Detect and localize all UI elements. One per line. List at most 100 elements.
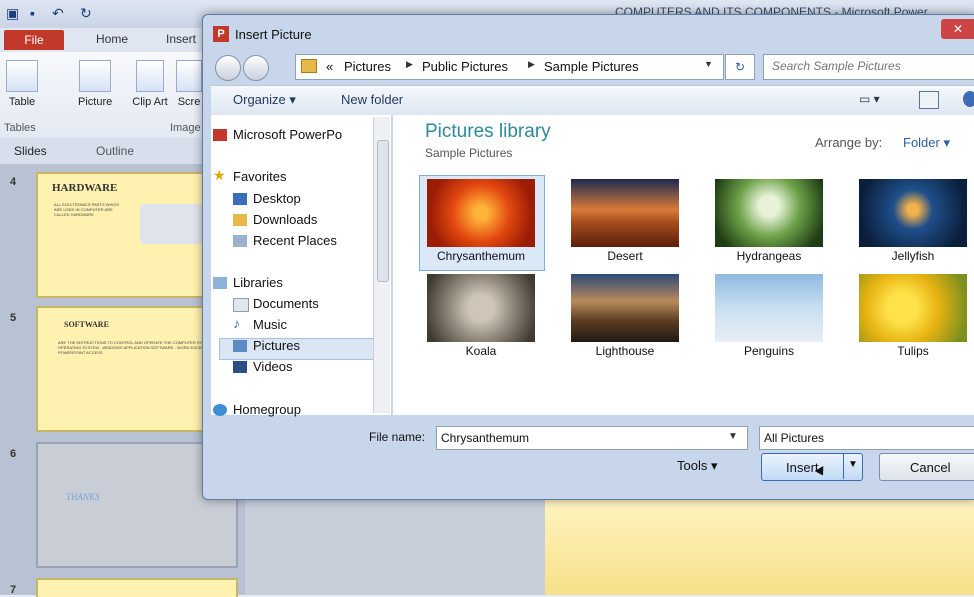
tab-insert[interactable]: Insert — [166, 32, 196, 46]
file-name-dropdown-icon[interactable]: ▼ — [728, 431, 738, 442]
dialog-toolbar: Organize ▾ New folder ▭ ▾ — [211, 85, 974, 117]
breadcrumb-separator-icon: ▶ — [406, 59, 413, 69]
nav-item-desktop[interactable]: Desktop — [233, 191, 301, 206]
picture-item[interactable]: Lighthouse — [563, 270, 687, 364]
picture-caption: Jellyfish — [891, 249, 935, 263]
nav-item-label: Recent Places — [253, 233, 337, 248]
clip-art-icon — [136, 60, 164, 92]
change-view-button[interactable]: ▭ ▾ — [859, 92, 880, 106]
picture-item[interactable]: Jellyfish — [851, 175, 974, 269]
nav-item-recent-places[interactable]: Recent Places — [233, 233, 337, 248]
nav-item-documents[interactable]: Documents — [233, 296, 319, 312]
picture-item[interactable]: Chrysanthemum — [419, 175, 543, 269]
powerpoint-icon — [213, 129, 227, 141]
nav-item-label: Pictures — [253, 338, 300, 353]
insert-dropdown-button[interactable]: ▼ — [843, 453, 862, 479]
insert-picture-dialog: P Insert Picture ✕ « Pictures ▶ Public P… — [202, 14, 974, 500]
organize-button[interactable]: Organize ▾ — [233, 92, 296, 108]
search-input[interactable] — [764, 55, 974, 77]
ribbon: Table Picture Clip Art Scre Tables Image — [0, 52, 210, 139]
ribbon-tabs: File Home Insert — [0, 28, 210, 52]
nav-item-powerpoint[interactable]: Microsoft PowerPo — [213, 127, 343, 142]
cancel-button-label: Cancel — [910, 460, 951, 475]
music-icon: ♪ — [233, 315, 240, 331]
picture-item[interactable]: Hydrangeas — [707, 175, 831, 269]
slide-thumbnail[interactable] — [36, 578, 238, 597]
forward-button[interactable] — [243, 55, 269, 81]
koala-thumbnail — [427, 274, 535, 342]
save-icon[interactable]: ▪ — [30, 5, 35, 21]
nav-item-libraries[interactable]: Libraries — [213, 275, 283, 290]
tools-button[interactable]: Tools ▾ — [677, 458, 718, 474]
library-title: Pictures library — [425, 121, 551, 142]
file-name-label: File name: — [369, 430, 426, 444]
preview-pane-button[interactable] — [919, 91, 939, 109]
picture-caption: Desert — [607, 249, 643, 263]
picture-caption: Koala — [465, 344, 497, 358]
screenshot-button-label: Scre — [177, 96, 201, 108]
group-tables-label: Tables — [4, 122, 36, 134]
file-name-input[interactable]: Chrysanthemum — [436, 426, 748, 450]
videos-icon — [233, 361, 247, 373]
desktop-icon — [233, 193, 247, 205]
homegroup-icon — [213, 404, 227, 416]
breadcrumb-pictures[interactable]: Pictures — [344, 59, 391, 74]
nav-item-label: Microsoft PowerPo — [233, 127, 343, 142]
nav-item-videos[interactable]: Videos — [233, 359, 293, 374]
picture-item[interactable]: Koala — [419, 270, 543, 364]
nav-item-label: Homegroup — [233, 402, 301, 417]
libraries-icon — [213, 277, 227, 289]
tab-home[interactable]: Home — [96, 32, 128, 46]
clip-art-button[interactable]: Clip Art — [132, 60, 168, 108]
breadcrumb-overflow[interactable]: « — [326, 59, 333, 74]
nav-item-label: Libraries — [233, 275, 283, 290]
group-images-label: Image — [170, 122, 201, 134]
screenshot-icon — [176, 60, 202, 92]
file-type-select[interactable]: All Pictures — [759, 426, 974, 450]
nav-item-favorites[interactable]: ★ Favorites — [213, 167, 287, 184]
slide-number: 7 — [10, 584, 17, 596]
breadcrumb-sample-pictures[interactable]: Sample Pictures — [544, 59, 639, 74]
nav-item-homegroup[interactable]: Homegroup — [213, 402, 301, 417]
refresh-button[interactable]: ↻ — [725, 54, 755, 80]
slide-canvas[interactable] — [545, 500, 974, 595]
recent-places-icon — [233, 235, 247, 247]
cancel-button[interactable]: Cancel — [879, 453, 974, 481]
nav-scrollbar-thumb[interactable] — [377, 140, 389, 282]
picture-button[interactable]: Picture — [78, 60, 112, 108]
clip-art-button-label: Clip Art — [132, 96, 168, 108]
tab-outline[interactable]: Outline — [96, 144, 134, 158]
tab-file[interactable]: File — [4, 30, 64, 50]
picture-button-label: Picture — [78, 96, 113, 108]
chrysanthemum-thumbnail — [427, 179, 535, 247]
screenshot-button[interactable]: Scre — [176, 60, 202, 108]
slide-number: 5 — [10, 312, 17, 324]
powerpoint-logo-icon: ▣ — [6, 5, 20, 21]
address-dropdown-icon[interactable]: ▼ — [704, 59, 713, 69]
redo-icon[interactable]: ↻ — [80, 5, 92, 22]
nav-item-label: Documents — [253, 296, 319, 311]
downloads-icon — [233, 214, 247, 226]
tab-slides[interactable]: Slides — [14, 144, 47, 158]
nav-item-downloads[interactable]: Downloads — [233, 212, 317, 227]
picture-item[interactable]: Penguins — [707, 270, 831, 364]
new-folder-button[interactable]: New folder — [341, 92, 403, 107]
nav-item-music[interactable]: ♪ Music — [233, 315, 287, 332]
nav-item-label: Favorites — [233, 169, 287, 184]
pictures-icon — [233, 340, 247, 352]
back-button[interactable] — [215, 55, 241, 81]
nav-item-pictures[interactable]: Pictures — [233, 338, 300, 353]
undo-icon[interactable]: ↶ — [52, 5, 64, 22]
picture-caption: Hydrangeas — [736, 249, 802, 263]
pane-tabs: Slides Outline — [0, 138, 210, 164]
picture-item[interactable]: Desert — [563, 175, 687, 269]
address-bar[interactable]: « Pictures ▶ Public Pictures ▶ Sample Pi… — [295, 54, 724, 80]
search-box[interactable] — [763, 54, 974, 80]
table-button[interactable]: Table — [6, 60, 38, 108]
breadcrumb-public-pictures[interactable]: Public Pictures — [422, 59, 508, 74]
arrange-by-dropdown[interactable]: Folder ▾ — [903, 135, 950, 151]
breadcrumb-separator-icon: ▶ — [528, 59, 535, 69]
picture-item[interactable]: Tulips — [851, 270, 974, 364]
close-button[interactable]: ✕ — [941, 19, 974, 39]
help-icon[interactable] — [963, 91, 974, 107]
